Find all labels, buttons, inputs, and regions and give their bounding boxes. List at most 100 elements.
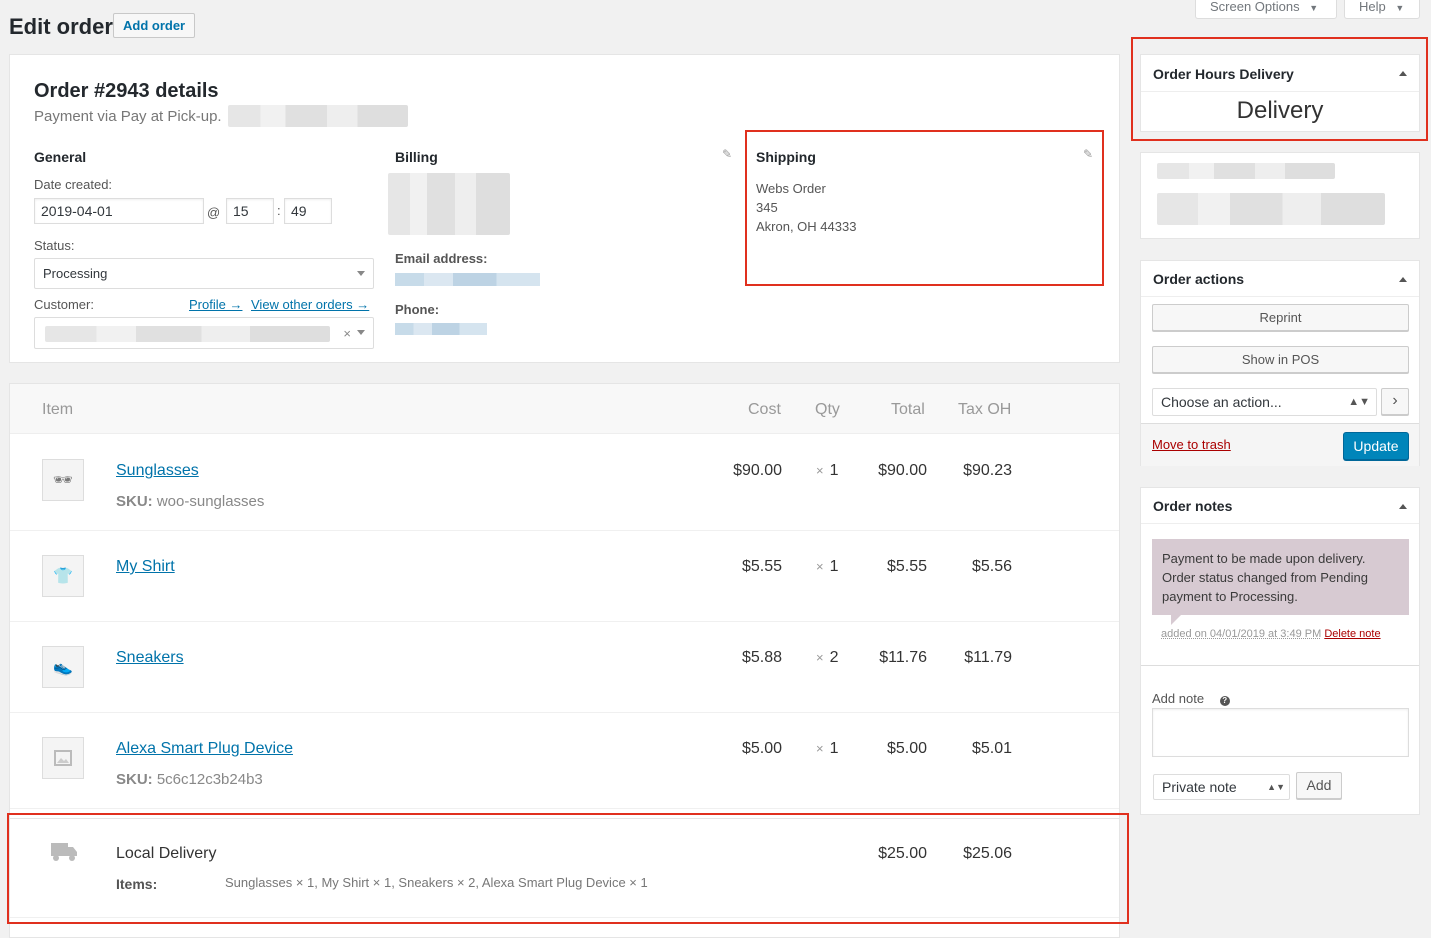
table-row: Alexa Smart Plug Device SKU: 5c6c12c3b24… (10, 713, 1119, 809)
quantity: × 2 (816, 649, 839, 667)
select-arrows-icon: ▲▼ (1348, 396, 1370, 408)
redacted-meta-box (1140, 152, 1420, 239)
shirt-icon: 👕 (42, 555, 84, 597)
note-type-select[interactable]: Private note ▲▼ (1153, 774, 1290, 800)
minute-input[interactable]: 49 (284, 198, 332, 224)
chevron-down-icon (357, 330, 365, 335)
sunglasses-icon: 🕶 (42, 459, 84, 501)
quantity: × 1 (816, 558, 839, 576)
date-created-label: Date created: (34, 177, 113, 192)
move-to-trash-link[interactable]: Move to trash (1152, 437, 1231, 452)
payment-method-text: Payment via Pay at Pick-up. (34, 108, 222, 125)
sku-label: SKU: (116, 771, 153, 788)
status-label: Status: (34, 238, 75, 253)
product-link[interactable]: Sunglasses (116, 462, 199, 480)
sneakers-icon: 👟 (42, 646, 84, 688)
quantity: × 1 (816, 740, 839, 758)
note-meta: added on 04/01/2019 at 3:49 PM Delete no… (1161, 628, 1381, 640)
caret-down-icon: ▼ (1395, 3, 1405, 13)
cost: $5.00 (741, 740, 782, 757)
order-notes-title: Order notes (1153, 498, 1233, 514)
help-tab[interactable]: Help ▼ (1344, 0, 1420, 19)
collapse-toggle-icon[interactable] (1399, 277, 1407, 282)
redacted-payment-info (228, 105, 408, 127)
help-label: Help (1359, 0, 1386, 14)
clear-icon[interactable]: × (343, 319, 351, 348)
billing-heading: Billing (395, 149, 438, 165)
order-note: Payment to be made upon delivery. Order … (1152, 539, 1409, 615)
add-order-button[interactable]: Add order (113, 13, 196, 38)
product-link[interactable]: My Shirt (116, 558, 175, 576)
line-total: $11.76 (879, 649, 927, 666)
quantity: × 1 (816, 462, 839, 480)
help-icon[interactable]: ? (1219, 696, 1230, 706)
apply-action-button[interactable]: › (1381, 388, 1409, 415)
profile-link[interactable]: Profile → (189, 297, 242, 312)
note-date: added on 04/01/2019 at 3:49 PM (1161, 628, 1322, 640)
status-value: Processing (43, 266, 108, 281)
sku-value: 5c6c12c3b24b3 (156, 771, 263, 788)
status-select[interactable]: Processing (34, 258, 374, 289)
product-link[interactable]: Alexa Smart Plug Device (116, 740, 293, 758)
phone-label: Phone: (395, 302, 440, 317)
update-button[interactable]: Update (1343, 432, 1409, 460)
redacted-email (395, 273, 540, 286)
edit-billing-pencil-icon[interactable]: ✎ (722, 147, 732, 161)
items-table-header: Item Cost Qty Total Tax OH (10, 384, 1119, 434)
hour-input[interactable]: 15 (226, 198, 274, 224)
cost: $5.88 (741, 649, 782, 666)
line-tax: $11.79 (964, 649, 1012, 666)
col-item: Item (42, 401, 74, 418)
customer-label: Customer: (34, 297, 94, 312)
delete-note-link[interactable]: Delete note (1324, 628, 1380, 640)
page-title: Edit order (9, 14, 113, 39)
redacted-text (1157, 193, 1385, 225)
reprint-button[interactable]: Reprint (1152, 304, 1409, 331)
line-tax: $90.23 (963, 462, 1012, 479)
cost: $5.55 (741, 558, 782, 575)
show-in-pos-button[interactable]: Show in POS (1152, 346, 1409, 373)
col-qty: Qty (815, 401, 840, 418)
sku-line: SKU: woo-sunglasses (116, 493, 264, 510)
table-row: 👟 Sneakers $5.88 × 2 $11.76 $11.79 (10, 622, 1119, 713)
screen-options-tab[interactable]: Screen Options ▼ (1195, 0, 1337, 19)
date-created-input[interactable]: 2019-04-01 (34, 198, 204, 224)
shipping-highlight-box (745, 130, 1104, 286)
cost: $90.00 (733, 462, 782, 479)
line-total: $5.55 (886, 558, 927, 575)
image-placeholder-icon (42, 737, 84, 779)
line-tax: $5.56 (971, 558, 1012, 575)
general-heading: General (34, 149, 87, 165)
product-link[interactable]: Sneakers (116, 649, 184, 667)
line-tax: $5.01 (971, 740, 1012, 757)
shipping-row-highlight-box (7, 813, 1129, 924)
order-heading: Order #2943 details (34, 80, 219, 102)
view-other-orders-link[interactable]: View other orders → (251, 297, 369, 312)
add-note-textarea[interactable] (1152, 708, 1409, 757)
collapse-toggle-icon[interactable] (1399, 504, 1407, 509)
screen-options-label: Screen Options (1210, 0, 1300, 14)
add-note-label: Add note (1152, 691, 1205, 706)
order-actions-title: Order actions (1153, 271, 1245, 287)
add-note-button[interactable]: Add (1296, 772, 1342, 799)
table-row: 🕶 Sunglasses SKU: woo-sunglasses $90.00 … (10, 435, 1119, 531)
chevron-down-icon (357, 271, 365, 276)
col-tax: Tax OH (958, 401, 1012, 418)
line-total: $5.00 (886, 740, 927, 757)
time-colon: : (277, 203, 281, 218)
order-action-select[interactable]: Choose an action... ▲▼ (1152, 388, 1377, 416)
sku-label: SKU: (116, 493, 153, 510)
qty-prefix: × (816, 650, 824, 665)
email-label: Email address: (395, 251, 488, 266)
sku-line: SKU: 5c6c12c3b24b3 (116, 771, 263, 788)
customer-select[interactable]: × (34, 317, 374, 349)
line-total: $90.00 (878, 462, 927, 479)
col-cost: Cost (748, 401, 781, 418)
qty-prefix: × (816, 559, 824, 574)
table-row: 👕 My Shirt $5.55 × 1 $5.55 $5.56 (10, 531, 1119, 622)
at-sign: @ (207, 205, 221, 220)
redacted-text (1157, 163, 1335, 179)
order-actions-box: Order actions Reprint Show in POS Choose… (1140, 260, 1420, 466)
note-type-value: Private note (1162, 779, 1237, 795)
sku-value: woo-sunglasses (156, 493, 265, 510)
